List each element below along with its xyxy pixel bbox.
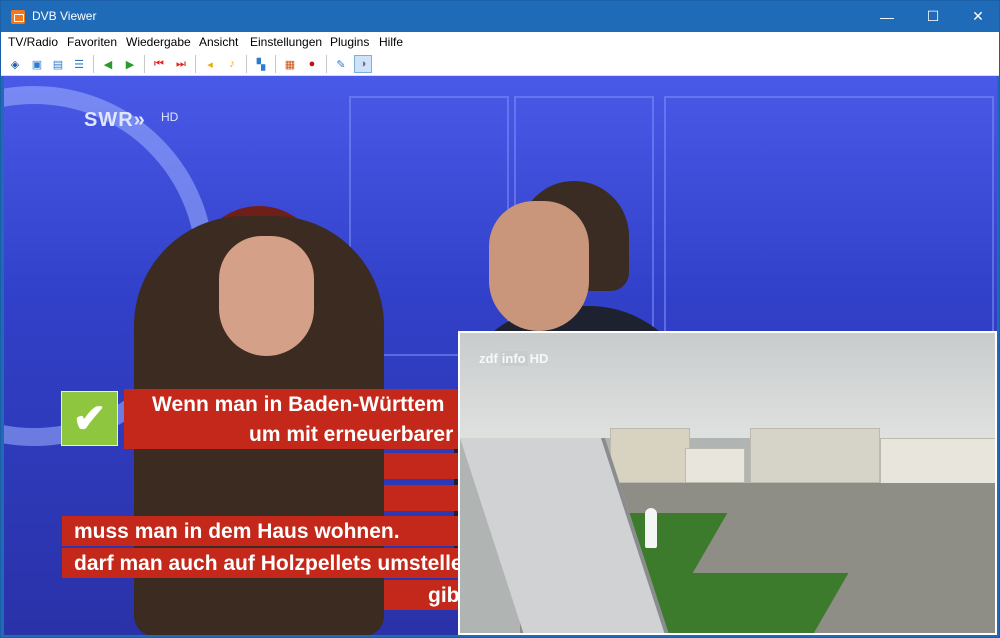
toolbar-separator xyxy=(93,55,94,73)
pip-logo-mid: info xyxy=(499,351,528,366)
subtitle-line: um mit erneuerbarer xyxy=(124,419,464,449)
pip-fountain xyxy=(645,508,657,548)
menu-einstellungen[interactable]: Einstellungen xyxy=(250,35,322,49)
channel-hd-badge: HD xyxy=(161,110,179,124)
settings-icon[interactable]: ◈ xyxy=(6,55,24,73)
toolbar-separator xyxy=(326,55,327,73)
subtitle-line: gib xyxy=(384,580,464,610)
subtitle-line xyxy=(384,485,464,511)
toolbar-separator xyxy=(246,55,247,73)
dvb-viewer-app-icon xyxy=(11,10,25,24)
video-area[interactable]: SWR» HD ✔ Wenn man in Baden-Württem um m… xyxy=(4,76,997,635)
subtitle-line: muss man in dem Haus wohnen. xyxy=(62,516,464,546)
toolbar: ◈ ▣ ▤ ☰ ◀ ▶ ⏮ ⏭ ◂ ♪ ▚ ▦ ● ✎ ◑ xyxy=(1,52,999,76)
toolbar-separator xyxy=(275,55,276,73)
pip-building xyxy=(685,448,745,483)
subtitle-line: Wenn man in Baden-Württem xyxy=(124,389,464,419)
app-window: DVB Viewer — ☐ ✕ TV/Radio Favoriten Wied… xyxy=(0,0,1000,638)
menu-wiedergabe[interactable]: Wiedergabe xyxy=(126,35,191,49)
timeshift-icon[interactable]: ◑ xyxy=(354,55,372,73)
menu-tv-radio[interactable]: TV/Radio xyxy=(8,35,58,49)
volume-up-icon[interactable]: ♪ xyxy=(223,55,241,73)
prev-channel-icon[interactable]: ⏮ xyxy=(150,55,168,73)
menu-hilfe[interactable]: Hilfe xyxy=(379,35,403,49)
maximize-button[interactable]: ☐ xyxy=(910,1,956,32)
snapshot-icon[interactable]: ▦ xyxy=(281,55,299,73)
menu-plugins[interactable]: Plugins xyxy=(330,35,369,49)
subtitle-line xyxy=(384,453,464,479)
channel-logo: SWR» xyxy=(84,109,146,131)
menu-bar: TV/Radio Favoriten Wiedergabe Ansicht Ei… xyxy=(1,32,999,52)
minimize-button[interactable]: — xyxy=(864,1,910,32)
teletext-icon[interactable]: ✎ xyxy=(332,55,350,73)
record-icon[interactable]: ● xyxy=(303,55,321,73)
checkmark-icon: ✔ xyxy=(61,391,118,446)
toolbar-separator xyxy=(195,55,196,73)
menu-ansicht[interactable]: Ansicht xyxy=(199,35,238,49)
forward-icon[interactable]: ▶ xyxy=(121,55,139,73)
pip-brandenburg-gate xyxy=(610,428,690,483)
pip-channel-logo: zdf info HD xyxy=(477,351,550,366)
pip-logo-end: HD xyxy=(529,351,549,366)
presenter-left-face xyxy=(219,236,314,356)
pip-building xyxy=(750,428,880,483)
channel-icon[interactable]: ▣ xyxy=(28,55,46,73)
close-button[interactable]: ✕ xyxy=(955,1,1000,32)
next-channel-icon[interactable]: ⏭ xyxy=(172,55,190,73)
back-icon[interactable]: ◀ xyxy=(99,55,117,73)
subtitle-line: darf man auch auf Holzpellets umsteller xyxy=(62,548,464,578)
guest-right-face xyxy=(489,201,589,331)
volume-down-icon[interactable]: ◂ xyxy=(201,55,219,73)
toolbar-separator xyxy=(144,55,145,73)
picture-in-picture-icon[interactable]: ▚ xyxy=(252,55,270,73)
studio-panel xyxy=(664,96,994,356)
menu-favoriten[interactable]: Favoriten xyxy=(67,35,117,49)
epg-icon[interactable]: ☰ xyxy=(70,55,88,73)
window-title: DVB Viewer xyxy=(32,9,97,23)
pip-sky xyxy=(460,333,995,438)
pip-logo-main: zdf xyxy=(479,351,498,366)
title-bar[interactable]: DVB Viewer — ☐ ✕ xyxy=(1,1,999,32)
window-icon[interactable]: ▤ xyxy=(49,55,67,73)
picture-in-picture-window[interactable]: zdf info HD xyxy=(458,331,997,635)
